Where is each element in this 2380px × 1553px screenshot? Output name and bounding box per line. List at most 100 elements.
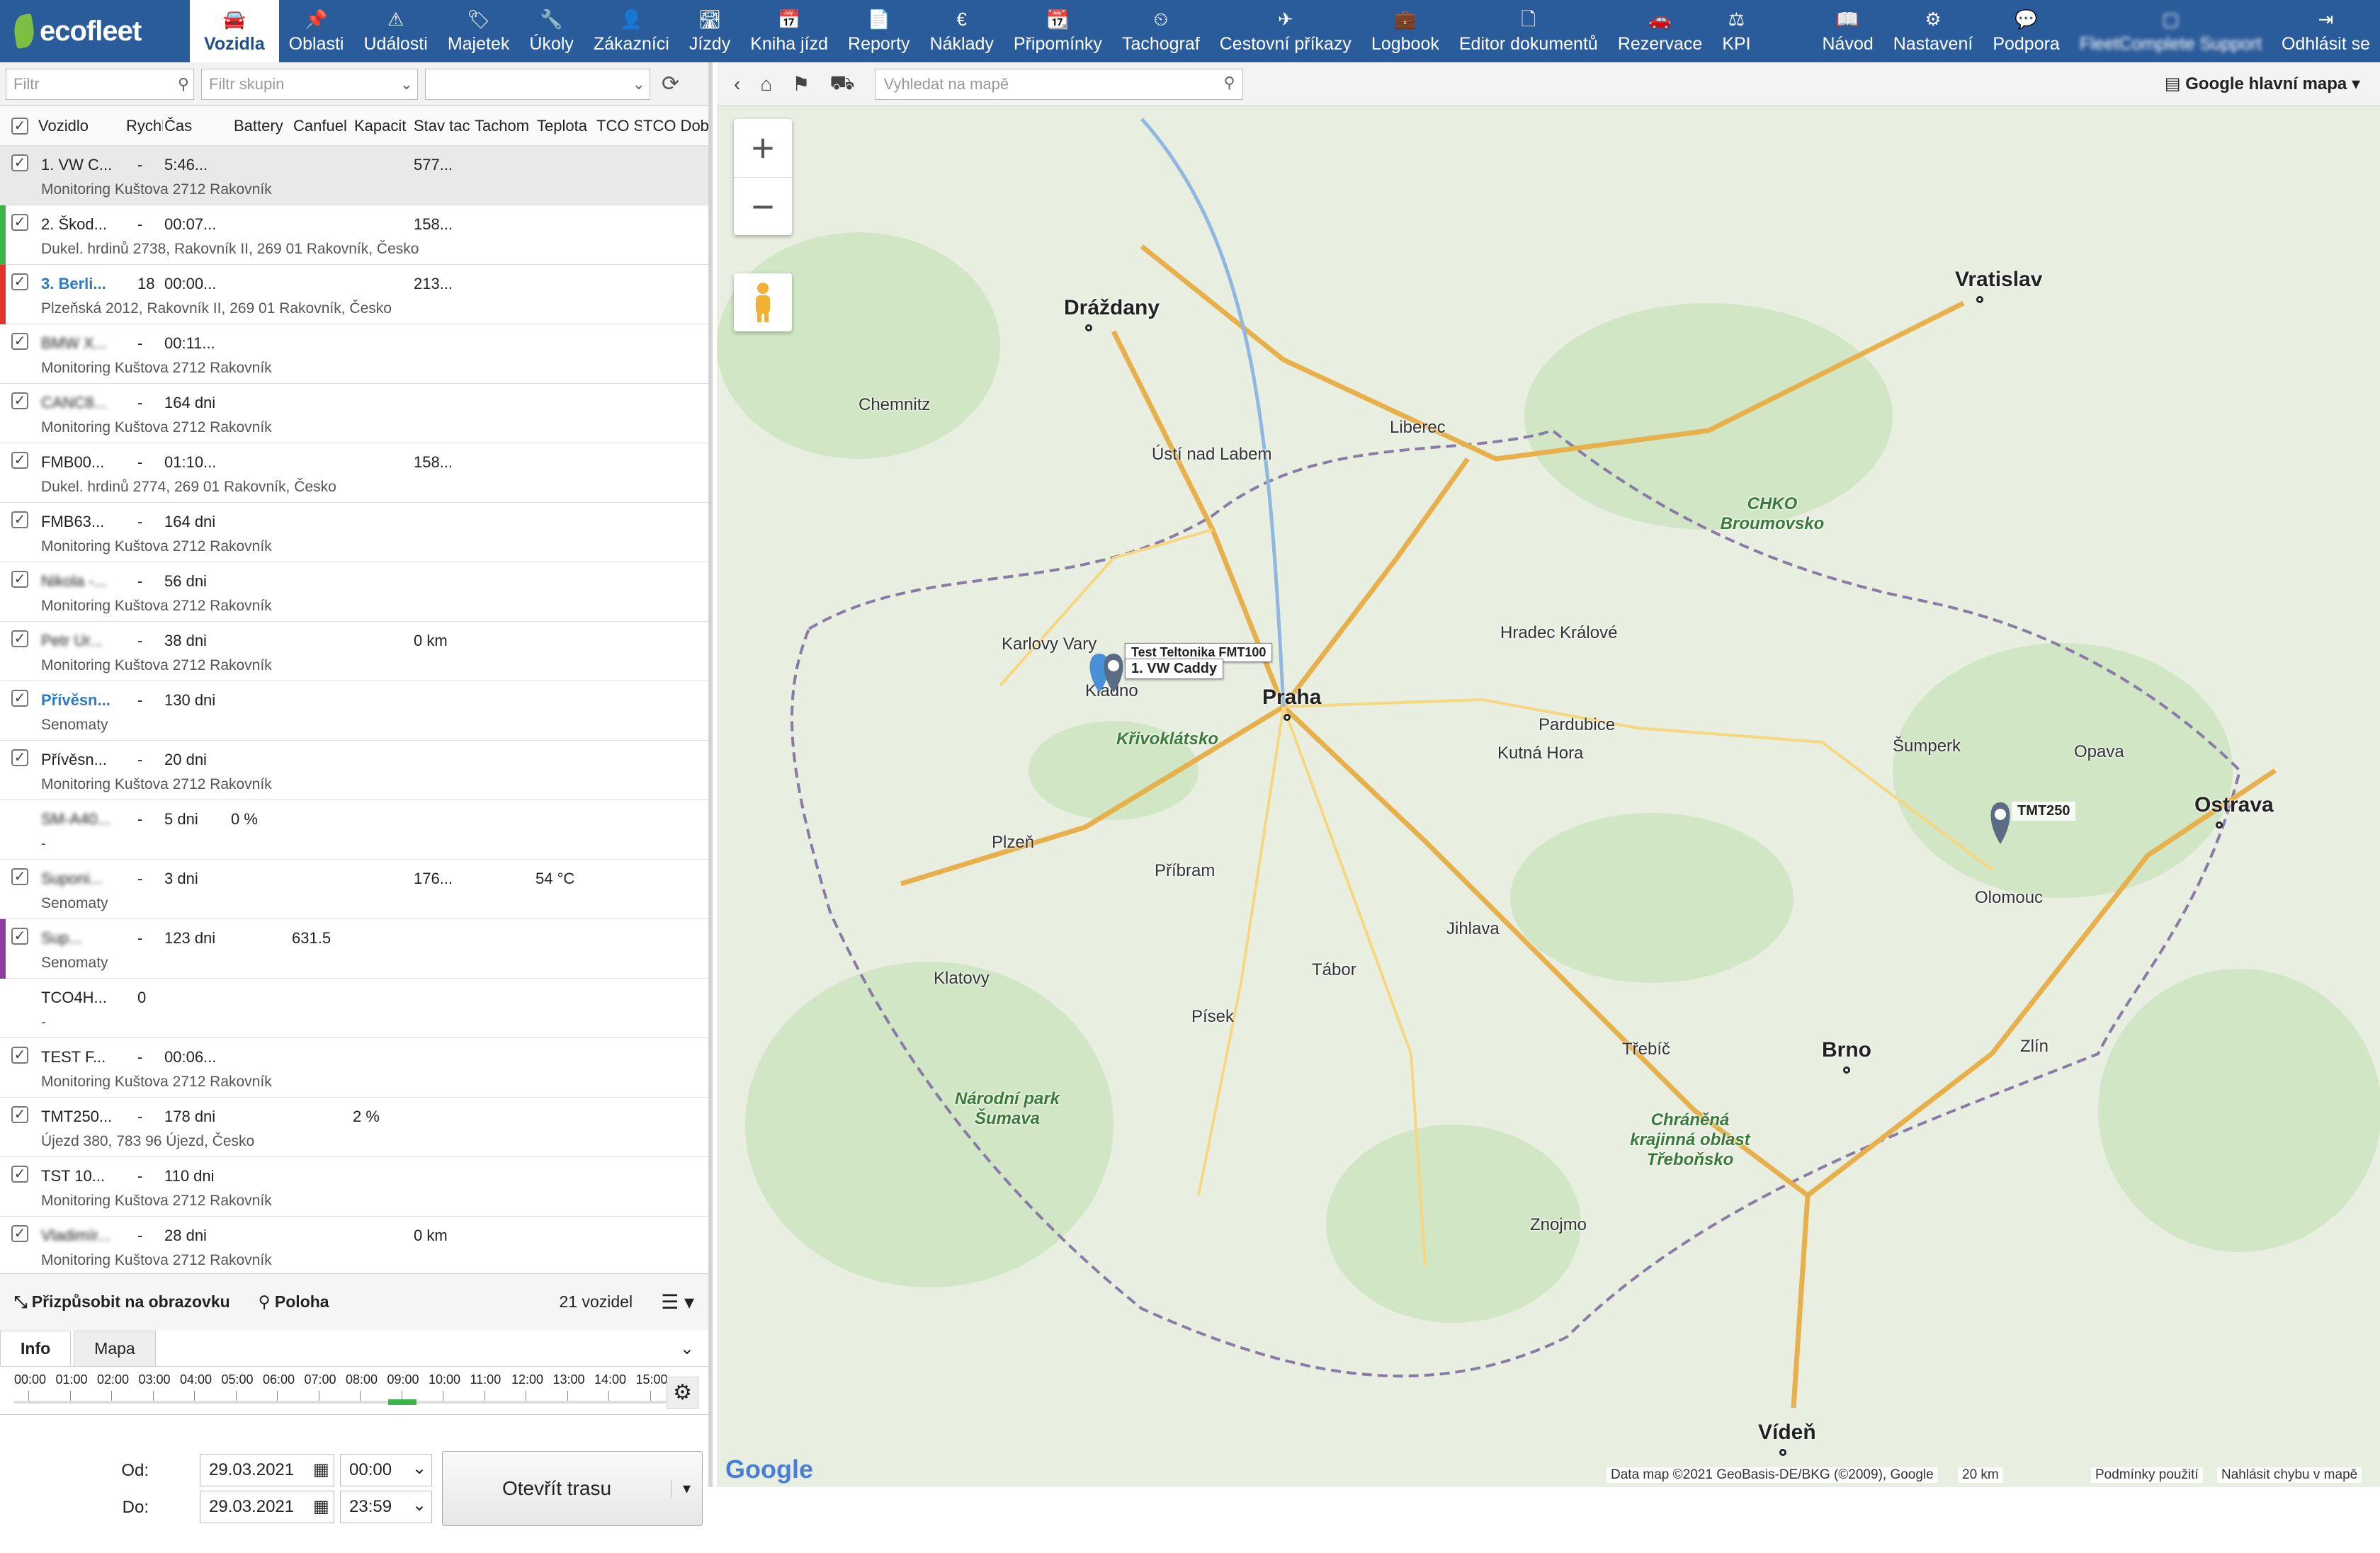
group-filter-input[interactable]: Filtr skupin ⌄ [201,68,418,100]
chevron-down-icon[interactable]: ⌄ [412,1458,426,1479]
vehicle-row[interactable]: ✓ CANC8... - 164 dni Monitoring Kuštova 2712… [0,384,708,443]
double-chevron-icon[interactable]: ⌄ [633,75,645,93]
vehicle-row[interactable]: ✓ BMW X... - 00:11... Monitoring Kuštova 271… [0,324,708,384]
column-header[interactable]: TCO S [596,117,642,135]
nav-car-front-item[interactable]: 🚗 Rezervace [1608,0,1713,62]
vehicle-marker-cluster[interactable]: Test Teltonika FMT100 1. VW Caddy [1085,643,1273,710]
column-header[interactable]: Canfuel [293,117,353,135]
vehicle-row[interactable]: ✓ FMB00... - 01:10... 158... Dukel. hrdinů 27… [0,443,708,503]
vehicle-row[interactable]: ✓ TMT250... - 178 dni 2 % Újezd 380, 783 96 Ú… [0,1098,708,1157]
row-checkbox[interactable]: ✓ [11,571,28,588]
column-header[interactable]: Stav tac [414,117,473,135]
tab-map[interactable]: Mapa [74,1331,156,1366]
search-icon[interactable]: ⚲ [178,75,189,93]
nav-tag-item[interactable]: 🏷 Majetek [438,0,520,62]
vehicle-name[interactable]: BMW X... [41,334,107,353]
zoom-out-button[interactable]: − [734,176,792,236]
street-view-pegman-icon[interactable] [734,273,792,331]
timeline[interactable]: 00:00 01:00 02:00 03:00 04:00 05:00 06:00 07:00… [0,1370,708,1415]
nav-plane-item[interactable]: ✈ Cestovní příkazy [1210,0,1361,62]
gear-icon[interactable]: ⚙ [667,1377,698,1409]
vehicle-row[interactable]: SM-A40... - 5 dni 0 % - [0,800,708,860]
row-checkbox[interactable]: ✓ [11,749,28,766]
back-icon[interactable]: ‹ [734,73,740,96]
vehicle-name[interactable]: Petr Ur... [41,632,103,650]
vehicle-name[interactable]: Suponi... [41,870,103,888]
row-checkbox[interactable]: ✓ [11,154,28,171]
row-checkbox[interactable]: ✓ [11,273,28,290]
vehicle-name[interactable]: 3. Berli... [41,275,106,293]
vehicle-row[interactable]: ✓ TEST F... - 00:06... Monitoring Kuštova 27… [0,1038,708,1098]
column-header[interactable]: Kapacit [354,117,412,135]
zoom-in-button[interactable]: + [734,119,792,177]
vehicle-name[interactable]: Nikola -... [41,572,107,591]
nav-calendar-check-item[interactable]: 📆 Připomínky [1004,0,1112,62]
vehicle-row[interactable]: ✓ TST 10... - 110 dni Monitoring Kuštova 271… [0,1157,708,1217]
column-header[interactable]: Rychl [126,117,163,135]
vehicle-name[interactable]: 1. VW C... [41,156,112,174]
vehicle-row[interactable]: ✓ Vladimír... - 28 dni 0 km Monitoring Kuštov… [0,1217,708,1272]
map-panel[interactable]: ‹ ⌂ ⚑ ⛟ Vyhledat na mapě ⚲ ▤ Google hlavn… [717,62,2380,1487]
select-all-checkbox[interactable]: ✓ [11,117,28,135]
fit-screen-button[interactable]: ⤡ Přizpůsobit na obrazovku [14,1292,230,1312]
vehicle-row[interactable]: ✓ Přívěsn... - 130 dni Senomaty [0,681,708,741]
nav-scales-item[interactable]: ⚖ KPI [1712,0,1760,62]
column-header[interactable]: Čas [164,117,232,135]
row-checkbox[interactable]: ✓ [11,868,28,885]
row-checkbox[interactable]: ✓ [11,1166,28,1183]
vehicle-row[interactable]: ✓ Sup... - 123 dni 631.5 Senomaty [0,919,708,979]
column-header[interactable]: Vozidlo [38,117,123,135]
home-icon[interactable]: ⌂ [760,73,772,96]
vehicle-row[interactable]: ✓ 3. Berli... 18 00:00... 213... Plzeňská 201… [0,265,708,324]
vehicle-label-vw-caddy[interactable]: 1. VW Caddy [1125,659,1224,679]
map-report-link[interactable]: Nahlásit chybu v mapě [2217,1467,2362,1483]
vehicle-label-tmt250[interactable]: TMT250 [2012,802,2076,821]
calendar-icon[interactable]: ▦ [313,1496,329,1517]
collapse-icon[interactable]: ⌄ [680,1338,694,1359]
nav-gears-item[interactable]: ⚙ Nastavení [1883,0,1983,62]
column-header[interactable]: Teplota [537,117,595,135]
nav-car-item[interactable]: 🚘 Vozidla [190,0,279,62]
double-chevron-icon[interactable]: ⌄ [400,75,413,93]
row-checkbox[interactable]: ✓ [11,690,28,707]
nav-briefcase-item[interactable]: 💼 Logbook [1361,0,1449,62]
group-select[interactable]: ⌄ [425,68,650,100]
vehicle-row[interactable]: ✓ 1. VW C... - 5:46... 577... Monitoring Kušt… [0,146,708,205]
vehicle-row[interactable]: ✓ Přívěsn... - 20 dni Monitoring Kuštova 271… [0,741,708,800]
nav-user-item[interactable]: ▢ FleetComplete Support [2070,0,2272,62]
map-type-select[interactable]: ▤ Google hlavní mapa ▾ [2165,74,2360,94]
vehicle-name[interactable]: FMB00... [41,453,104,472]
vehicle-name[interactable]: Přívěsn... [41,691,110,710]
vehicle-row[interactable]: ✓ 2. Škod... - 00:07... 158... Dukel. hrdinů … [0,205,708,265]
map-search-input[interactable]: Vyhledat na mapě ⚲ [874,68,1243,100]
vehicle-name[interactable]: TEST F... [41,1048,106,1066]
vehicle-name[interactable]: TMT250... [41,1108,112,1126]
column-header[interactable]: TCO Dob [643,117,711,135]
nav-calendar-item[interactable]: 📅 Kniha jízd [740,0,838,62]
row-checkbox[interactable]: ✓ [11,1106,28,1123]
row-checkbox[interactable]: ✓ [11,452,28,469]
caret-down-icon[interactable]: ▾ [671,1479,702,1498]
row-checkbox[interactable]: ✓ [11,1047,28,1064]
row-checkbox[interactable]: ✓ [11,392,28,409]
row-checkbox[interactable]: ✓ [11,214,28,231]
nav-wrench-item[interactable]: 🔧 Úkoly [519,0,584,62]
vehicle-name[interactable]: TCO4H... [41,989,107,1007]
column-header[interactable]: Battery [234,117,293,135]
nav-file-item[interactable]: 🗋 Editor dokumentů [1449,0,1608,62]
vehicle-row[interactable]: ✓ Nikola -... - 56 dni Monitoring Kuštova 27… [0,562,708,622]
ecofleet-logo[interactable]: ecofleet [0,0,190,62]
nav-book-item[interactable]: 📖 Návod [1812,0,1883,62]
vehicle-name[interactable]: FMB63... [41,513,104,531]
nav-gauge-item[interactable]: ⏲ Tachograf [1112,0,1210,62]
list-menu-icon[interactable]: ☰ ▾ [661,1290,694,1314]
vehicle-row[interactable]: ✓ Petr Ur... - 38 dni 0 km Monitoring Kuštova… [0,622,708,681]
vehicle-name[interactable]: Přívěsn... [41,751,107,769]
vehicle-name[interactable]: 2. Škod... [41,215,107,234]
vehicle-row[interactable]: TCO4H... 0 - [0,979,708,1038]
row-checkbox[interactable]: ✓ [11,511,28,528]
filter-input[interactable]: Filtr ⚲ [6,68,194,100]
vehicle-name[interactable]: CANC8... [41,394,107,412]
nav-person-item[interactable]: 👤 Zákazníci [584,0,679,62]
nav-euro-item[interactable]: € Náklady [920,0,1004,62]
